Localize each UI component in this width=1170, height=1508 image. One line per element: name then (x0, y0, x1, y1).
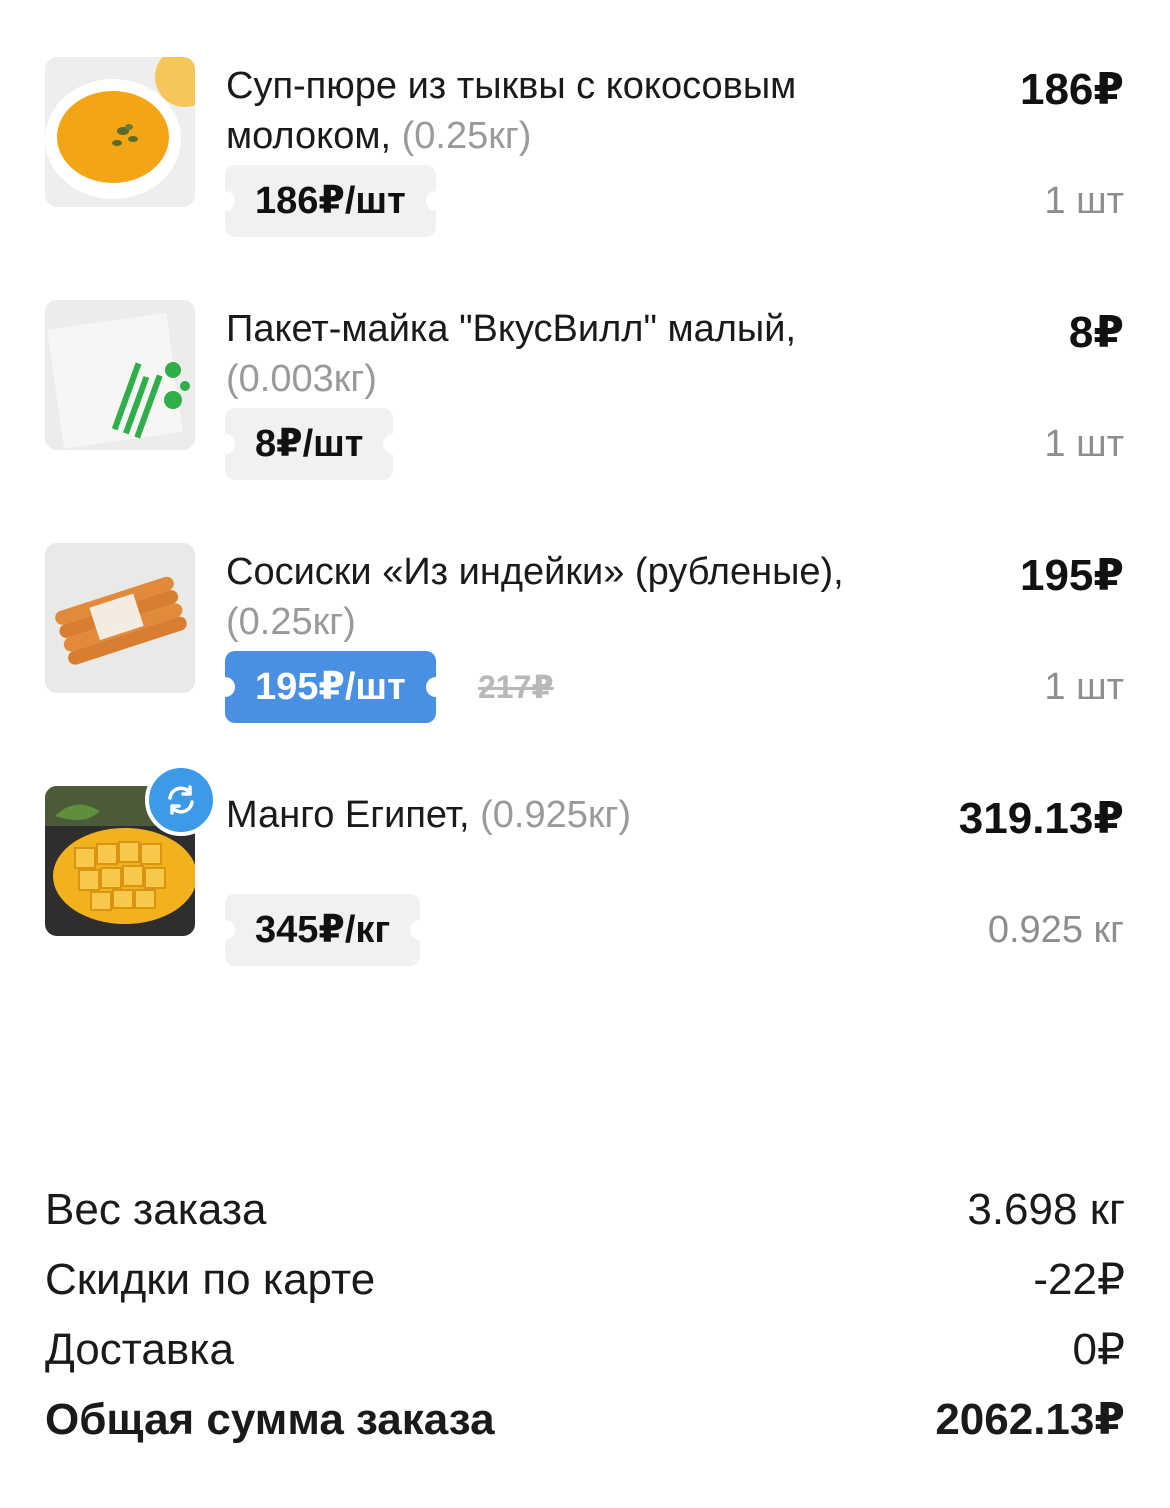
item-total: 319.13₽ (958, 794, 1124, 843)
summary-discount-value: -22₽ (1033, 1255, 1125, 1304)
summary-discount-label: Скидки по карте (45, 1255, 376, 1304)
summary-discount-row: Скидки по карте -22₽ (45, 1250, 1125, 1310)
summary-delivery-value: 0₽ (1072, 1325, 1125, 1374)
shopping-bag-image (45, 300, 195, 450)
summary-delivery-row: Доставка 0₽ (45, 1320, 1125, 1380)
product-weight: (0.925кг) (480, 794, 632, 836)
product-title[interactable]: Суп-пюре из тыквы с кокосовым молоком, (… (226, 61, 936, 161)
summary-total-label: Общая сумма заказа (45, 1395, 495, 1444)
product-weight: (0.25кг) (401, 115, 532, 157)
product-title[interactable]: Пакет-майка "ВкусВилл" малый, (0.003кг) (226, 304, 936, 404)
product-weight: (0.25кг) (226, 601, 356, 643)
item-total: 186₽ (1019, 65, 1124, 114)
summary-delivery-label: Доставка (45, 1325, 234, 1374)
promo-price-chip: 195₽/шт (215, 651, 446, 723)
cart-item[interactable]: Суп-пюре из тыквы с кокосовым молоком, (… (0, 57, 1170, 300)
product-weight: (0.003кг) (226, 358, 377, 400)
product-title[interactable]: Сосиски «Из индейки» (рубленые), (0.25кг… (226, 547, 936, 647)
replace-icon[interactable] (145, 764, 217, 836)
cart-item[interactable]: Пакет-майка "ВкусВилл" малый, (0.003кг) … (0, 300, 1170, 543)
product-name: Сосиски «Из индейки» (рубленые), (226, 551, 844, 593)
summary-total-value: 2062.13₽ (935, 1395, 1125, 1444)
item-total: 8₽ (1068, 308, 1124, 357)
item-quantity: 1 шт (1044, 180, 1124, 222)
unit-price-chip: 186₽/шт (215, 165, 446, 237)
summary-weight-row: Вес заказа 3.698 кг (45, 1180, 1125, 1240)
summary-total-row: Общая сумма заказа 2062.13₽ (45, 1390, 1125, 1450)
summary-weight-label: Вес заказа (45, 1185, 267, 1234)
turkey-sausages-image (45, 543, 195, 693)
product-title[interactable]: Манго Египет, (0.925кг) (226, 790, 936, 840)
old-price: 217₽ (478, 669, 554, 705)
unit-price-chip: 8₽/шт (214, 408, 404, 480)
summary-weight-value: 3.698 кг (967, 1185, 1125, 1234)
item-quantity: 1 шт (1044, 666, 1124, 708)
cart-item[interactable]: Манго Египет, (0.925кг) 319.13₽ 345₽/кг … (0, 764, 1170, 1029)
unit-price-chip: 345₽/кг (214, 894, 431, 966)
item-quantity: 0.925 кг (987, 909, 1124, 951)
product-name: Пакет-майка "ВкусВилл" малый, (226, 308, 797, 350)
cart-item[interactable]: Сосиски «Из индейки» (рубленые), (0.25кг… (0, 543, 1170, 786)
pumpkin-soup-image (45, 57, 195, 207)
item-quantity: 1 шт (1044, 423, 1124, 465)
product-name: Манго Египет, (226, 794, 470, 836)
item-total: 195₽ (1019, 551, 1124, 600)
